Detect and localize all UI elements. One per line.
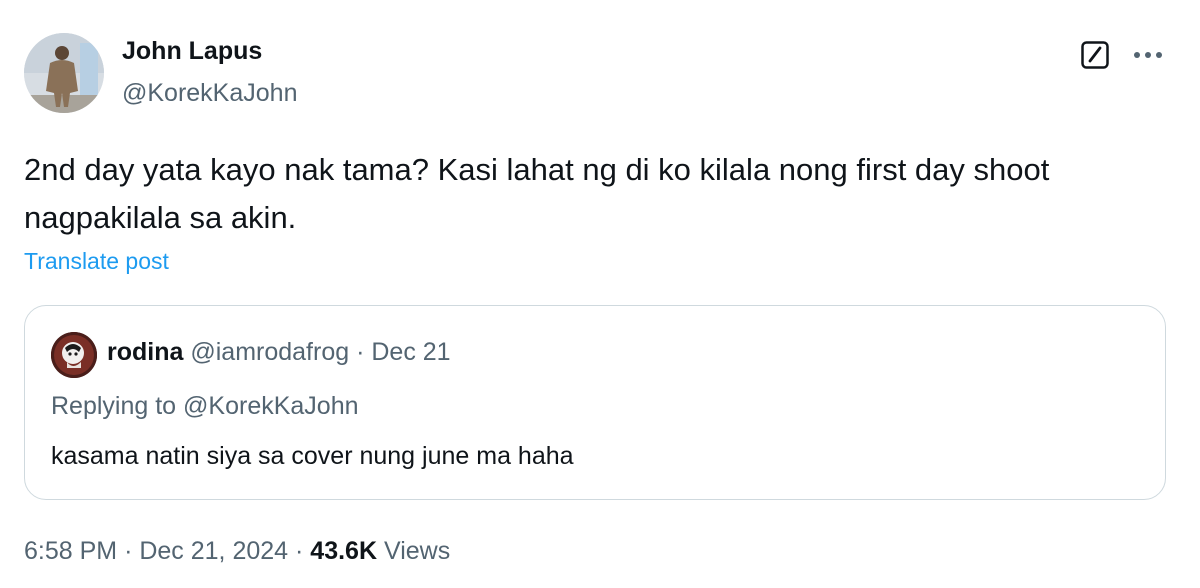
- views-count: 43.6K: [310, 537, 378, 565]
- quote-replying-to: Replying to @KorekKaJohn: [51, 392, 359, 421]
- quote-author-name[interactable]: rodina: [107, 338, 183, 366]
- replying-handle[interactable]: @KorekKaJohn: [183, 392, 358, 420]
- quoted-post[interactable]: rodina @iamrodafrog · Dec 21 Replying to…: [24, 305, 1166, 500]
- author-name[interactable]: John Lapus: [122, 37, 262, 66]
- replying-prefix: Replying to: [51, 392, 177, 420]
- quote-separator: ·: [356, 338, 365, 366]
- grok-icon[interactable]: [1080, 40, 1110, 70]
- views-label: Views: [383, 537, 451, 565]
- quote-header: rodina @iamrodafrog · Dec 21: [107, 338, 451, 367]
- post-text: 2nd day yata kayo nak tama? Kasi lahat n…: [24, 152, 1050, 235]
- post-metadata: 6:58 PM · Dec 21, 2024 · 43.6K Views: [24, 537, 450, 566]
- author-avatar[interactable]: [24, 33, 104, 113]
- meta-separator-1: ·: [124, 537, 133, 565]
- quote-text: kasama natin siya sa cover nung june ma …: [51, 442, 574, 470]
- post-date[interactable]: Dec 21, 2024: [139, 537, 288, 565]
- translate-post-link[interactable]: Translate post: [24, 248, 169, 275]
- avatar-image: [24, 33, 104, 113]
- quote-author-avatar[interactable]: [51, 332, 97, 378]
- meta-separator-2: ·: [295, 537, 304, 565]
- more-options-icon[interactable]: [1128, 40, 1168, 70]
- quote-date[interactable]: Dec 21: [371, 338, 450, 366]
- quote-author-handle[interactable]: @iamrodafrog: [190, 338, 349, 366]
- quote-avatar-image: [51, 332, 97, 378]
- author-handle[interactable]: @KorekKaJohn: [122, 79, 297, 108]
- post-time[interactable]: 6:58 PM: [24, 537, 117, 565]
- tweet-card: John Lapus @KorekKaJohn 2nd day yata kay…: [0, 0, 1200, 588]
